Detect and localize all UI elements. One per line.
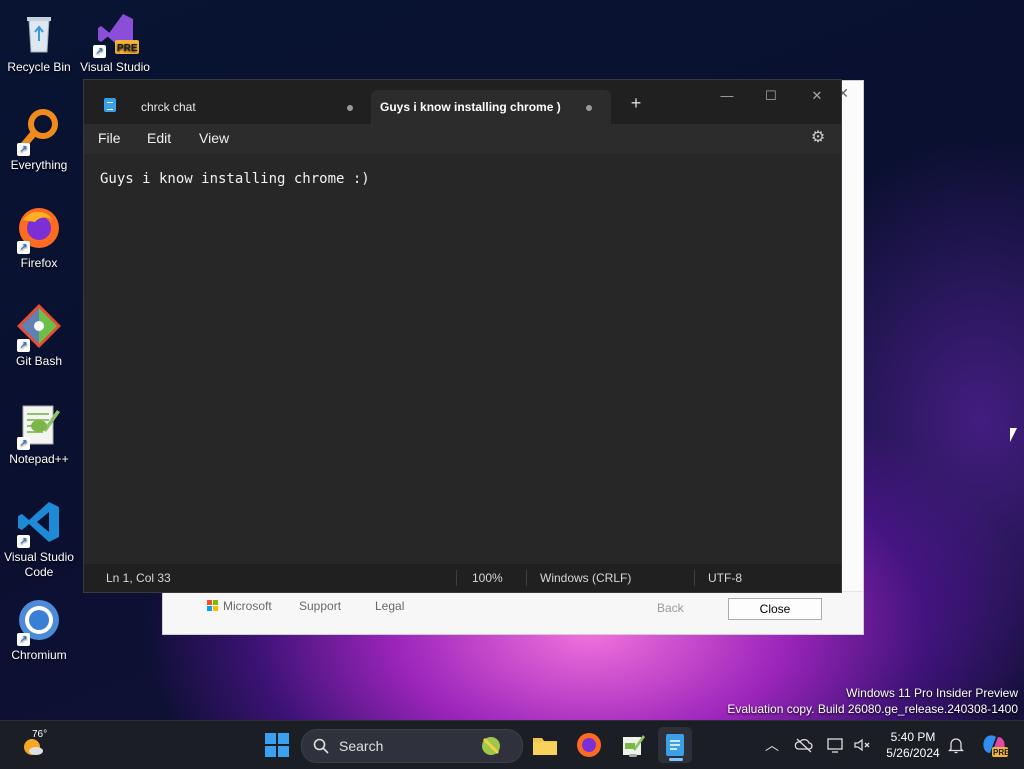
status-divider	[526, 570, 527, 586]
tab-active-document[interactable]: Guys i know installing chrome )	[371, 90, 611, 124]
encoding: UTF-8	[708, 571, 742, 585]
taskbar-notepad-active[interactable]	[658, 727, 692, 763]
menu-edit[interactable]: Edit	[147, 130, 171, 146]
shortcut-arrow-icon: ↗	[17, 241, 30, 254]
footer-link-legal[interactable]: Legal	[375, 599, 404, 613]
desktop-icon-label: Recycle Bin	[7, 60, 71, 74]
copilot-preview-badge: PRE	[993, 748, 1010, 757]
notepad-window: chrck chat Guys i know installing chrome…	[83, 79, 842, 593]
minimize-button[interactable]: —	[704, 82, 750, 110]
status-bar: Ln 1, Col 33 100% Windows (CRLF) UTF-8	[84, 564, 841, 592]
notepad-icon	[104, 98, 116, 112]
settings-gear-icon[interactable]: ⚙	[809, 129, 827, 147]
start-button[interactable]	[263, 731, 291, 759]
tab-chrck-chat[interactable]: chrck chat	[92, 90, 370, 124]
everything-search-icon: ↗	[15, 106, 63, 156]
watermark-line-2: Evaluation copy. Build 26080.ge_release.…	[727, 702, 1018, 716]
running-indicator	[629, 754, 637, 757]
menu-file[interactable]: File	[98, 130, 121, 146]
clock-time: 5:40 PM	[890, 730, 936, 744]
recycle-bin-icon	[15, 8, 63, 56]
desktop-icon-label: Visual Studio Code	[4, 550, 74, 579]
desktop-icon-everything[interactable]: ↗ Everything	[4, 106, 74, 173]
title-bar: chrck chat Guys i know installing chrome…	[84, 80, 841, 124]
copilot-button[interactable]: PRE	[980, 731, 1010, 759]
footer-link-microsoft[interactable]: Microsoft	[223, 599, 272, 613]
line-ending: Windows (CRLF)	[540, 571, 632, 585]
desktop-icon-label: Firefox	[20, 256, 58, 270]
status-divider	[694, 570, 695, 586]
text-editor[interactable]: Guys i know installing chrome :)	[84, 154, 841, 564]
desktop-icon-vscode[interactable]: ↗ Visual Studio Code	[4, 498, 74, 580]
weather-temperature: 76°	[32, 729, 48, 740]
dialog-footer: Microsoft Support Legal Back Close	[163, 591, 863, 634]
clock-date: 5/26/2024	[886, 746, 940, 760]
desktop-icon-label: Notepad++	[9, 452, 69, 466]
taskbar-firefox[interactable]	[575, 731, 603, 759]
active-indicator	[669, 758, 683, 761]
footer-link-support[interactable]: Support	[299, 599, 341, 613]
preview-badge: PRE	[117, 43, 138, 54]
desktop-icon-firefox[interactable]: ↗ Firefox	[4, 204, 74, 271]
volume-muted-icon[interactable]	[852, 735, 872, 755]
windows-logo-icon	[265, 733, 289, 757]
desktop-icon-visual-studio[interactable]: PRE ↗ Visual Studio 2022 Preview	[80, 8, 150, 75]
chromium-icon: ↗	[15, 596, 63, 646]
search-icon	[313, 738, 329, 754]
firefox-icon	[577, 733, 601, 757]
taskbar-notepad-plus-plus[interactable]	[619, 731, 647, 759]
watermark-line-1: Windows 11 Pro Insider Preview	[846, 686, 1018, 700]
editor-content[interactable]: Guys i know installing chrome :)	[100, 171, 370, 187]
shortcut-arrow-icon: ↗	[17, 143, 30, 156]
maximize-button[interactable]: ☐	[748, 82, 794, 110]
search-placeholder: Search	[339, 738, 384, 754]
visual-studio-icon: PRE ↗	[91, 8, 139, 58]
cursor-position: Ln 1, Col 33	[106, 571, 171, 585]
desktop-icon-notepad-plus-plus[interactable]: ↗ Notepad++	[4, 400, 74, 467]
status-divider	[456, 570, 457, 586]
taskbar-search-box[interactable]: Search	[301, 729, 523, 763]
desktop-icon-git-bash[interactable]: ↗ Git Bash	[4, 302, 74, 369]
desktop-icon-recycle-bin[interactable]: Recycle Bin	[4, 8, 74, 75]
tab-label: Guys i know installing chrome )	[380, 100, 561, 114]
desktop-icon-label: Visual Studio 2022 Preview	[80, 60, 150, 74]
taskbar: 76° Search ︿ 5:40 PM 5/26/2024 PRE	[0, 720, 1024, 769]
folder-icon	[533, 738, 557, 755]
close-window-button[interactable]: ✕	[794, 82, 840, 110]
network-display-icon[interactable]	[826, 735, 846, 755]
menu-bar: File Edit View ⚙	[84, 124, 841, 154]
taskbar-file-explorer[interactable]	[531, 731, 559, 759]
show-hidden-icons-chevron-icon[interactable]: ︿	[762, 735, 782, 755]
search-highlight-icon	[482, 737, 500, 755]
shortcut-arrow-icon: ↗	[17, 535, 30, 548]
new-tab-button[interactable]: +	[626, 93, 646, 114]
notepad-plus-plus-icon: ↗	[15, 400, 63, 450]
back-button[interactable]: Back	[657, 601, 684, 615]
git-bash-icon: ↗	[15, 302, 63, 352]
shortcut-arrow-icon: ↗	[17, 633, 30, 646]
desktop-icon-label: Everything	[10, 158, 68, 172]
firefox-icon: ↗	[15, 204, 63, 254]
close-button[interactable]: Close	[728, 598, 822, 620]
mouse-cursor-icon	[1010, 428, 1017, 442]
notification-bell-icon[interactable]	[946, 735, 966, 755]
taskbar-clock[interactable]: 5:40 PM 5/26/2024	[880, 729, 946, 761]
desktop-icon-label: Git Bash	[15, 354, 63, 368]
onedrive-cloud-offline-icon[interactable]	[794, 735, 814, 755]
unsaved-dot-icon	[347, 105, 353, 111]
unsaved-dot-icon	[586, 105, 592, 111]
notepad-icon	[666, 734, 684, 756]
vscode-icon: ↗	[15, 498, 63, 548]
shortcut-arrow-icon: ↗	[17, 437, 30, 450]
menu-view[interactable]: View	[199, 130, 229, 146]
desktop-icon-label: Chromium	[11, 648, 67, 662]
zoom-level: 100%	[472, 571, 503, 585]
desktop-icon-chromium[interactable]: ↗ Chromium	[4, 596, 74, 663]
shortcut-arrow-icon: ↗	[17, 339, 30, 352]
tab-label: chrck chat	[141, 100, 196, 114]
microsoft-logo-icon	[207, 599, 218, 613]
shortcut-arrow-icon: ↗	[93, 45, 106, 58]
